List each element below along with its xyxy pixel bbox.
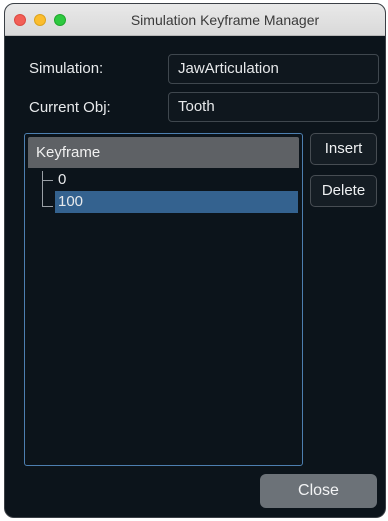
- delete-button[interactable]: Delete: [310, 175, 377, 207]
- simulation-field[interactable]: JawArticulation: [168, 54, 379, 84]
- keyframe-item-selected[interactable]: 100: [55, 191, 298, 213]
- tree-branch-line: [42, 206, 53, 207]
- tree-branch-line: [42, 171, 43, 207]
- tree-branch-line: [42, 180, 53, 181]
- window-title: Simulation Keyframe Manager: [130, 12, 320, 28]
- keyframe-item[interactable]: 0: [55, 169, 66, 191]
- title-bar[interactable]: Simulation Keyframe Manager: [5, 4, 385, 36]
- keyframe-tree[interactable]: Keyframe 0 100: [24, 133, 303, 466]
- keyframe-manager-window: Simulation Keyframe Manager Simulation: …: [4, 3, 386, 518]
- close-button[interactable]: Close: [260, 474, 377, 508]
- current-obj-label: Current Obj:: [29, 99, 111, 116]
- insert-button[interactable]: Insert: [310, 133, 377, 165]
- current-obj-field[interactable]: Tooth: [168, 92, 379, 122]
- simulation-label: Simulation:: [29, 60, 104, 77]
- keyframe-tree-header[interactable]: Keyframe: [28, 137, 299, 168]
